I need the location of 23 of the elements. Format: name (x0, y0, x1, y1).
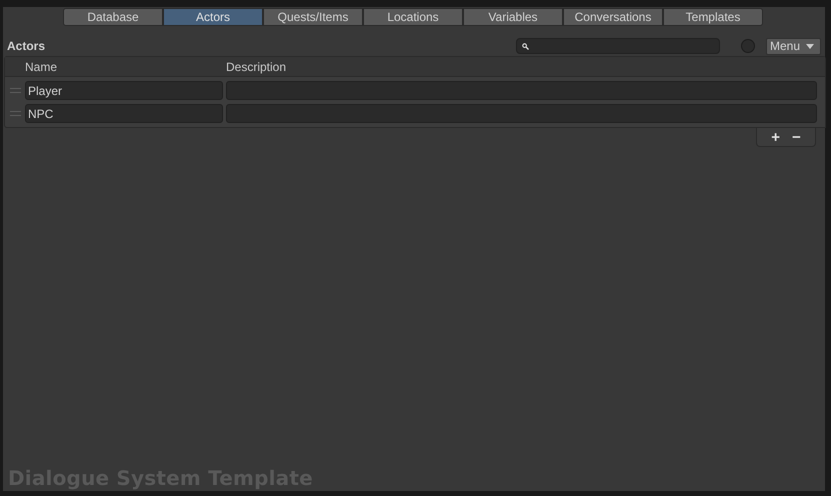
tab[interactable]: Database (63, 8, 163, 26)
search-icon (522, 42, 529, 50)
add-button[interactable]: + (769, 130, 782, 144)
tab[interactable]: Locations (363, 8, 463, 26)
tab[interactable]: Actors (163, 8, 263, 26)
tab[interactable]: Variables (463, 8, 563, 26)
section-title: Actors (7, 39, 46, 53)
name-field[interactable]: NPC (25, 104, 223, 123)
tab[interactable]: Conversations (563, 8, 663, 26)
name-field[interactable]: Player (25, 81, 223, 100)
drag-handle-icon[interactable] (10, 88, 21, 93)
tab[interactable]: Quests/Items (263, 8, 363, 26)
caret-icon (806, 44, 814, 48)
tab[interactable]: Templates (663, 8, 763, 26)
status-indicator (741, 39, 755, 53)
drag-handle-icon[interactable] (10, 111, 21, 116)
column-header: Description (226, 60, 286, 74)
column-header: Name (25, 60, 58, 74)
description-field[interactable] (226, 81, 817, 100)
description-field[interactable] (226, 104, 817, 123)
menu-button[interactable]: Menu (766, 38, 821, 54)
remove-button[interactable]: − (790, 130, 803, 144)
search-field[interactable] (516, 38, 720, 54)
